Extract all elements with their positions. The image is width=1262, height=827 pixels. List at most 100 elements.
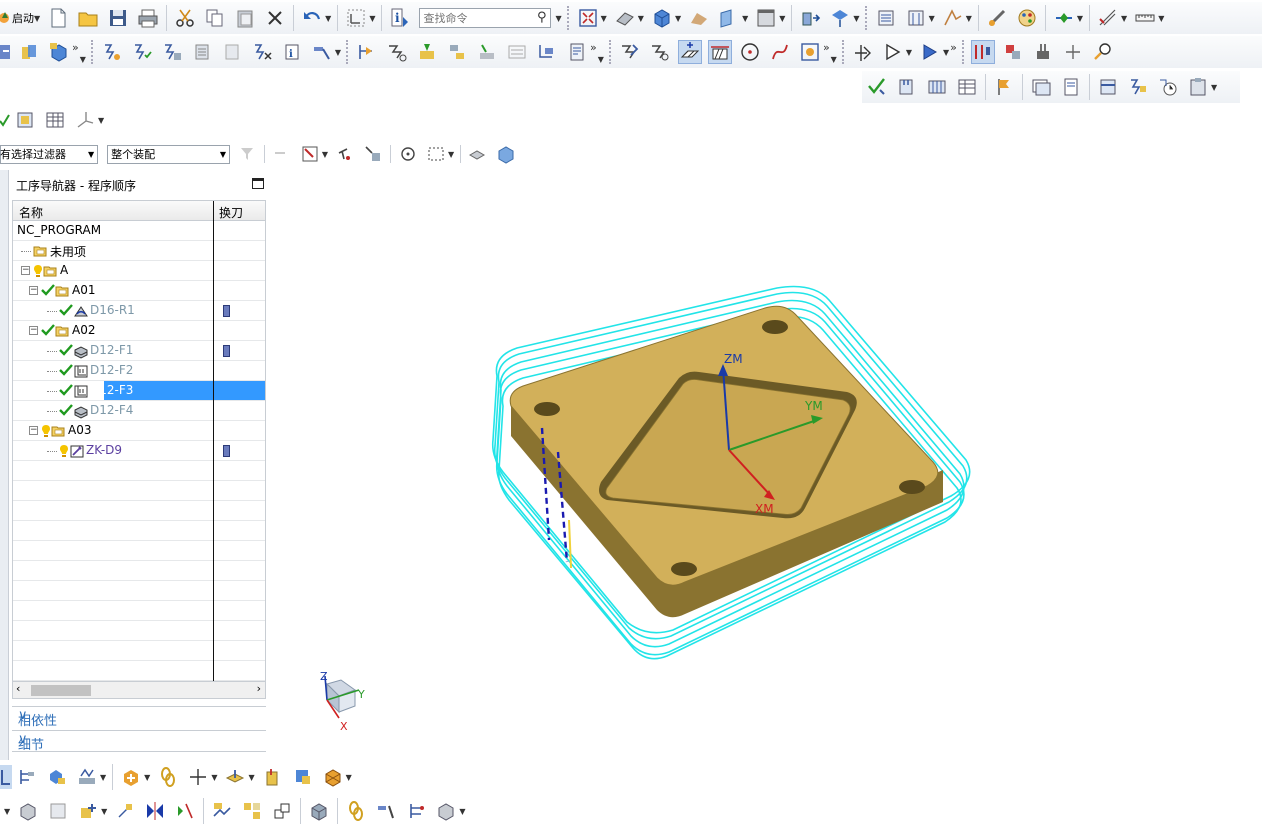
- object-list-icon[interactable]: [505, 40, 529, 64]
- add-component-icon[interactable]: [76, 799, 100, 823]
- graphics-viewport[interactable]: ZM YM XM Z Y X: [277, 170, 1262, 760]
- chevron-down-icon[interactable]: ▼: [88, 150, 94, 159]
- tool-holder-icon[interactable]: [415, 40, 439, 64]
- maximize-icon[interactable]: [252, 178, 264, 189]
- tree-item-label-d12-f4[interactable]: D12-F4: [90, 403, 133, 417]
- path-check-icon[interactable]: [648, 40, 672, 64]
- tree-item-label-d12-f2[interactable]: D12-F2: [90, 363, 133, 377]
- chevron-down-icon[interactable]: ▼: [220, 150, 226, 159]
- flag-icon[interactable]: [992, 75, 1016, 99]
- tree-item-label-[interactable]: 未用项: [50, 243, 86, 260]
- collapse-toggle-icon[interactable]: −: [21, 266, 30, 275]
- more-tools-chevron[interactable]: »: [823, 41, 830, 54]
- corner-hole[interactable]: [899, 480, 925, 494]
- shaded-cube-icon[interactable]: [650, 6, 674, 30]
- tree-item-label-nc-program[interactable]: NC_PROGRAM: [17, 223, 101, 237]
- search-icon[interactable]: ⚲: [537, 10, 547, 25]
- view-triad[interactable]: [324, 675, 360, 719]
- start-menu-label[interactable]: 启动: [12, 10, 34, 26]
- geometry-dropdown-arrow[interactable]: ▼: [966, 14, 972, 23]
- ruler-icon[interactable]: [1133, 6, 1157, 30]
- toolbar-grip[interactable]: [608, 40, 613, 64]
- corner-hole[interactable]: [762, 320, 788, 334]
- edit-object-icon[interactable]: [618, 40, 642, 64]
- window-icon[interactable]: [1029, 75, 1053, 99]
- start-dropdown-arrow[interactable]: ▼: [34, 14, 40, 23]
- search-dropdown-arrow[interactable]: ▼: [555, 14, 561, 23]
- tool-view-icon[interactable]: [1001, 40, 1025, 64]
- select-objects-icon[interactable]: [299, 142, 321, 166]
- corner-hole[interactable]: [671, 562, 697, 576]
- details-panel[interactable]: 细节 ∨: [12, 730, 266, 753]
- tree-item-label-a[interactable]: A: [60, 263, 68, 277]
- transform-icon[interactable]: [828, 6, 852, 30]
- machine-view-icon[interactable]: [1031, 40, 1055, 64]
- boundary-icon[interactable]: [798, 40, 822, 64]
- pattern-icon[interactable]: [173, 799, 197, 823]
- selection-scope-dropdown[interactable]: 整个装配 ▼: [107, 144, 231, 164]
- machine-tool-view-icon[interactable]: [15, 765, 39, 789]
- command-search-box[interactable]: ⚲: [419, 8, 552, 28]
- print-icon[interactable]: [136, 6, 160, 30]
- assembly-constraints-icon[interactable]: [16, 799, 40, 823]
- simulate-dropdown-arrow[interactable]: ▼: [943, 48, 949, 57]
- simulate-icon[interactable]: [918, 40, 942, 64]
- row2-dropdown-arrow[interactable]: ▼: [598, 55, 604, 64]
- collapse-toggle-icon[interactable]: −: [29, 426, 38, 435]
- section-view-icon[interactable]: [717, 6, 741, 30]
- section-dropdown-arrow[interactable]: ▼: [742, 14, 748, 23]
- approve-check-icon[interactable]: [865, 75, 889, 99]
- machine-tool-icon[interactable]: [445, 40, 469, 64]
- tree-item-label-d16-r1[interactable]: D16-R1: [90, 303, 135, 317]
- postprocess-icon[interactable]: [310, 40, 334, 64]
- component-icon[interactable]: [46, 799, 70, 823]
- assembly-file-icon[interactable]: [925, 75, 949, 99]
- more-tools-chevron[interactable]: »: [590, 41, 597, 54]
- scroll-right-icon[interactable]: ›: [257, 682, 261, 695]
- row-dropdown-arrow[interactable]: ▼: [4, 807, 10, 816]
- information-icon[interactable]: i: [388, 6, 412, 30]
- postprocess-dropdown-arrow[interactable]: ▼: [335, 48, 341, 57]
- snap-grid-icon[interactable]: [271, 142, 293, 166]
- column-divider[interactable]: [213, 201, 214, 681]
- grid-dropdown-arrow[interactable]: ▼: [1121, 14, 1127, 23]
- create-tool-icon[interactable]: [904, 6, 928, 30]
- model-view[interactable]: ZM YM XM Z Y X: [277, 170, 1262, 760]
- axes-icon[interactable]: [73, 108, 97, 132]
- spreadsheet-icon[interactable]: [43, 108, 67, 132]
- corner-hole[interactable]: [534, 402, 560, 416]
- magnify-icon[interactable]: [1091, 40, 1115, 64]
- measure-icon[interactable]: [985, 6, 1009, 30]
- tree-row[interactable]: D12-F3: [13, 381, 265, 401]
- check-icon[interactable]: [0, 108, 10, 132]
- link-chain-icon[interactable]: [344, 799, 368, 823]
- wrap-assembly-icon[interactable]: [307, 799, 331, 823]
- create-geometry-icon[interactable]: [941, 6, 965, 30]
- fixture-icon[interactable]: [291, 765, 315, 789]
- row4-dropdown-arrow[interactable]: ▼: [98, 116, 104, 125]
- tree-item-label-zk-d9[interactable]: ZK-D9: [86, 443, 122, 457]
- mirror-icon[interactable]: [143, 799, 167, 823]
- method-view-icon[interactable]: [75, 765, 99, 789]
- collapse-toggle-icon[interactable]: −: [29, 286, 38, 295]
- type-filter-dropdown[interactable]: 有选择过滤器 ▼: [0, 144, 99, 164]
- render-dropdown-arrow[interactable]: ▼: [638, 14, 644, 23]
- center-point-icon[interactable]: [738, 40, 762, 64]
- display-floor-icon[interactable]: [677, 40, 702, 64]
- ipw-icon[interactable]: [321, 765, 345, 789]
- delete-toolpath-icon[interactable]: [220, 40, 244, 64]
- snap-point-icon[interactable]: [1052, 6, 1076, 30]
- parts-list-dropdown-arrow[interactable]: ▼: [459, 807, 465, 816]
- geometry-view-icon[interactable]: [45, 765, 69, 789]
- rectangle-select-icon[interactable]: [425, 142, 447, 166]
- tree-item-label-d12-f1[interactable]: D12-F1: [90, 343, 133, 357]
- more-tools-chevron[interactable]: »: [950, 41, 957, 54]
- scroll-left-icon[interactable]: ‹: [16, 682, 20, 695]
- row2-dropdown-arrow[interactable]: ▼: [831, 55, 837, 64]
- tree-row[interactable]: D16-R1: [13, 301, 265, 321]
- program-order-view-icon[interactable]: [0, 765, 12, 789]
- tree-item-label-a01[interactable]: A01: [72, 283, 95, 297]
- assembly-icon[interactable]: [17, 40, 41, 64]
- curve-icon[interactable]: [768, 40, 792, 64]
- operation-navigator-icon[interactable]: [970, 40, 995, 64]
